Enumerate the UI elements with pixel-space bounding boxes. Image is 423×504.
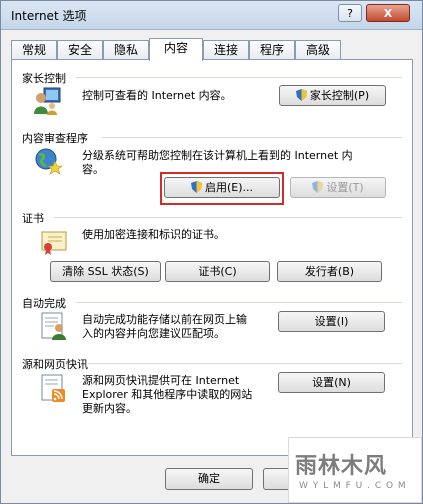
parental-controls-button[interactable]: 家长控制(P) bbox=[279, 85, 386, 106]
feeds-icon bbox=[41, 374, 65, 402]
tab-security[interactable]: 安全 bbox=[57, 40, 103, 60]
window-title: Internet 选项 bbox=[11, 9, 87, 23]
group-divider bbox=[102, 137, 402, 138]
certificates-description: 使用加密连接和标识的证书。 bbox=[82, 228, 225, 241]
advisor-description-line2: 容。 bbox=[82, 163, 104, 176]
certificates-button[interactable]: 证书(C) bbox=[165, 261, 270, 282]
ok-button[interactable]: 确定 bbox=[165, 468, 253, 490]
feeds-settings-button[interactable]: 设置(N) bbox=[278, 372, 385, 393]
close-button[interactable]: X bbox=[366, 4, 410, 22]
certificates-group-title: 证书 bbox=[22, 212, 44, 225]
help-button[interactable]: ? bbox=[338, 4, 362, 22]
clear-ssl-state-button[interactable]: 清除 SSL 状态(S) bbox=[50, 261, 161, 282]
tab-general[interactable]: 常规 bbox=[11, 40, 57, 60]
feeds-description-line3: 更新内容。 bbox=[82, 402, 137, 415]
tab-privacy[interactable]: 隐私 bbox=[103, 40, 149, 60]
feeds-description-line1: 源和网页快讯提供可在 Internet bbox=[82, 374, 240, 387]
advisor-description-line1: 分级系统可帮助您控制在该计算机上看到的 Internet 内 bbox=[82, 149, 353, 162]
certificate-icon bbox=[41, 231, 67, 255]
group-divider bbox=[76, 302, 402, 303]
tab-content[interactable]: 内容 bbox=[149, 38, 203, 61]
uac-shield-icon bbox=[295, 89, 307, 101]
parental-description: 控制可查看的 Internet 内容。 bbox=[82, 89, 232, 102]
advisor-settings-button[interactable]: 设置(T) bbox=[290, 177, 386, 198]
parental-group-title: 家长控制 bbox=[22, 72, 66, 85]
watermark-logo-text: 雨林木风 bbox=[295, 454, 388, 479]
uac-shield-icon bbox=[312, 181, 324, 193]
tab-connections[interactable]: 连接 bbox=[203, 40, 249, 60]
feeds-description-line2: Explorer 和其他程序中读取的网站 bbox=[82, 388, 253, 401]
autocomplete-description-line1: 自动完成功能存储以前在网页上输 bbox=[82, 313, 247, 326]
feeds-group-title: 源和网页快讯 bbox=[22, 358, 88, 371]
autocomplete-settings-button[interactable]: 设置(I) bbox=[278, 311, 385, 332]
internet-options-window: Internet 选项 ? X 常规 安全 隐私 内容 连接 程序 高级 家长控… bbox=[0, 0, 423, 504]
autocomplete-icon bbox=[41, 312, 66, 340]
tab-programs[interactable]: 程序 bbox=[249, 40, 295, 60]
autocomplete-description-line2: 入的内容并向您建议匹配项。 bbox=[82, 327, 225, 340]
group-divider bbox=[88, 363, 402, 364]
advisor-group-title: 内容审查程序 bbox=[22, 132, 88, 145]
watermark-url: W Y L M F U . C O M bbox=[299, 481, 407, 491]
content-panel: 家长控制 控制可查看的 Internet 内容。 家长控制(P) 内容审查程序 … bbox=[11, 59, 413, 456]
autocomplete-group-title: 自动完成 bbox=[22, 297, 66, 310]
content-advisor-icon bbox=[35, 148, 63, 175]
publishers-button[interactable]: 发行者(B) bbox=[277, 261, 382, 282]
title-bar[interactable]: Internet 选项 ? X bbox=[1, 1, 422, 30]
group-divider bbox=[76, 77, 402, 78]
watermark: 雨林木风 W Y L M F U . C O M bbox=[288, 437, 422, 503]
group-divider bbox=[54, 217, 402, 218]
parental-controls-icon bbox=[34, 87, 61, 115]
highlight-box bbox=[160, 172, 284, 205]
tab-advanced[interactable]: 高级 bbox=[295, 40, 341, 60]
tab-strip: 常规 安全 隐私 内容 连接 程序 高级 bbox=[11, 38, 411, 61]
